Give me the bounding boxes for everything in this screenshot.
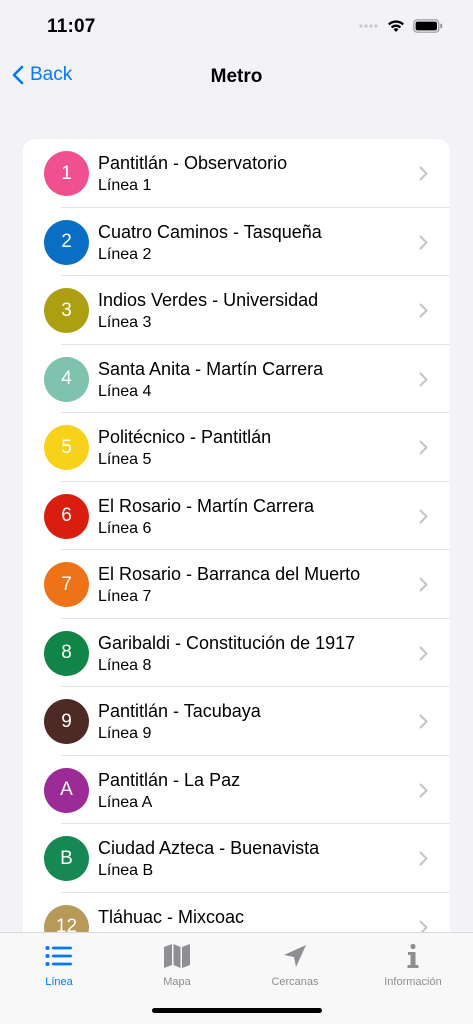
signal-icon bbox=[359, 24, 378, 28]
tab-label-linea: Línea bbox=[45, 976, 73, 988]
line-name-subtitle: Línea 5 bbox=[98, 451, 152, 468]
line-route-title: Pantitlán - Observatorio bbox=[98, 153, 288, 173]
line-name-subtitle: Línea 7 bbox=[98, 588, 152, 605]
metro-line-list: 1 Pantitlán - Observatorio Línea 1 2 Cuatro … bbox=[23, 139, 450, 959]
list-item[interactable]: 9 Pantitlán - Tacubaya Línea 9 bbox=[23, 687, 450, 756]
line-name-subtitle: Línea 2 bbox=[98, 245, 152, 263]
status-bar: 11:07 bbox=[0, 0, 473, 54]
line-route-title: Pantitlán - Tacubaya bbox=[98, 701, 261, 721]
chevron-right-icon bbox=[419, 851, 428, 866]
chevron-right-icon bbox=[419, 440, 428, 455]
tab-label-cercanas: Cercanas bbox=[271, 976, 319, 988]
list-item[interactable]: 7 El Rosario - Barranca del Muerto Línea 7 bbox=[23, 550, 450, 619]
home-indicator bbox=[152, 1008, 322, 1013]
list-item[interactable]: 2 Cuatro Caminos - Tasqueña Línea 2 bbox=[23, 208, 450, 276]
tab-cercanas[interactable]: Cercanas bbox=[236, 939, 354, 999]
line-badge: 1 bbox=[44, 151, 89, 196]
status-time: 11:07 bbox=[47, 16, 96, 37]
list-icon bbox=[45, 946, 72, 966]
line-name-subtitle: Línea 1 bbox=[98, 177, 152, 194]
line-route-title: Cuatro Caminos - Tasqueña bbox=[98, 221, 322, 242]
line-name-subtitle: Línea 9 bbox=[98, 725, 152, 742]
line-route-title: Santa Anita - Martín Carrera bbox=[98, 358, 324, 379]
list-item[interactable]: 4 Santa Anita - Martín Carrera Línea 4 bbox=[23, 345, 450, 413]
line-name-subtitle: Línea 6 bbox=[98, 519, 152, 537]
tab-label-mapa: Mapa bbox=[163, 976, 191, 988]
list-item[interactable]: 6 El Rosario - Martín Carrera Línea 6 bbox=[23, 482, 450, 550]
chevron-right-icon bbox=[419, 646, 428, 660]
line-route-title: Ciudad Azteca - Buenavista bbox=[98, 838, 320, 858]
line-badge: 9 bbox=[44, 699, 89, 744]
tab-label-informacion: Información bbox=[384, 976, 442, 988]
line-route-title: Garibaldi - Constitución de 1917 bbox=[98, 632, 356, 653]
line-badge: 5 bbox=[44, 425, 89, 470]
list-item[interactable]: A Pantitlán - La Paz Línea A bbox=[23, 756, 450, 824]
list-item[interactable]: B Ciudad Azteca - Buenavista Línea B bbox=[23, 824, 450, 893]
map-icon bbox=[164, 944, 190, 968]
chevron-right-icon bbox=[419, 714, 428, 729]
line-badge: 7 bbox=[44, 562, 89, 607]
line-name-subtitle: Línea 3 bbox=[98, 314, 152, 331]
chevron-right-icon bbox=[419, 509, 428, 523]
list-item[interactable]: 3 Indios Verdes - Universidad Línea 3 bbox=[23, 276, 450, 345]
location-arrow-icon bbox=[284, 945, 306, 967]
line-name-subtitle: Línea A bbox=[98, 793, 153, 811]
line-route-title: El Rosario - Barranca del Muerto bbox=[98, 564, 361, 584]
tab-mapa[interactable]: Mapa bbox=[118, 939, 236, 999]
list-item[interactable]: 1 Pantitlán - Observatorio Línea 1 bbox=[23, 139, 450, 208]
chevron-right-icon bbox=[419, 166, 428, 181]
line-route-title: Politécnico - Pantitlán bbox=[98, 427, 272, 447]
status-icons bbox=[359, 19, 443, 33]
line-route-title: El Rosario - Martín Carrera bbox=[98, 495, 315, 516]
line-badge: 4 bbox=[44, 356, 89, 402]
line-badge: B bbox=[44, 836, 89, 881]
line-name-subtitle: Línea B bbox=[98, 862, 154, 879]
chevron-right-icon bbox=[419, 303, 428, 318]
chevron-right-icon bbox=[419, 577, 428, 592]
tab-informacion[interactable]: Información bbox=[354, 939, 472, 999]
line-badge: 8 bbox=[44, 630, 89, 676]
line-name-subtitle: Línea 4 bbox=[98, 382, 152, 400]
line-route-title: Pantitlán - La Paz bbox=[98, 769, 241, 790]
line-badge: 3 bbox=[44, 288, 89, 333]
chevron-right-icon bbox=[419, 235, 428, 249]
battery-icon bbox=[413, 19, 443, 33]
line-badge: 2 bbox=[44, 219, 89, 265]
list-item[interactable]: 8 Garibaldi - Constitución de 1917 Línea 8 bbox=[23, 619, 450, 687]
chevron-right-icon bbox=[419, 372, 428, 386]
list-item[interactable]: 5 Politécnico - Pantitlán Línea 5 bbox=[23, 413, 450, 482]
info-icon bbox=[407, 943, 419, 968]
nav-bar: Back Metro bbox=[0, 54, 473, 100]
chevron-right-icon bbox=[419, 783, 428, 797]
line-badge: 6 bbox=[44, 493, 89, 539]
wifi-icon bbox=[388, 20, 404, 32]
line-route-title: Tláhuac - Mixcoac bbox=[98, 906, 245, 927]
page-title: Metro bbox=[210, 66, 263, 87]
line-route-title: Indios Verdes - Universidad bbox=[98, 290, 319, 310]
tab-linea[interactable]: Línea bbox=[0, 939, 118, 999]
line-name-subtitle: Línea 8 bbox=[98, 656, 152, 674]
line-badge: A bbox=[44, 767, 89, 813]
